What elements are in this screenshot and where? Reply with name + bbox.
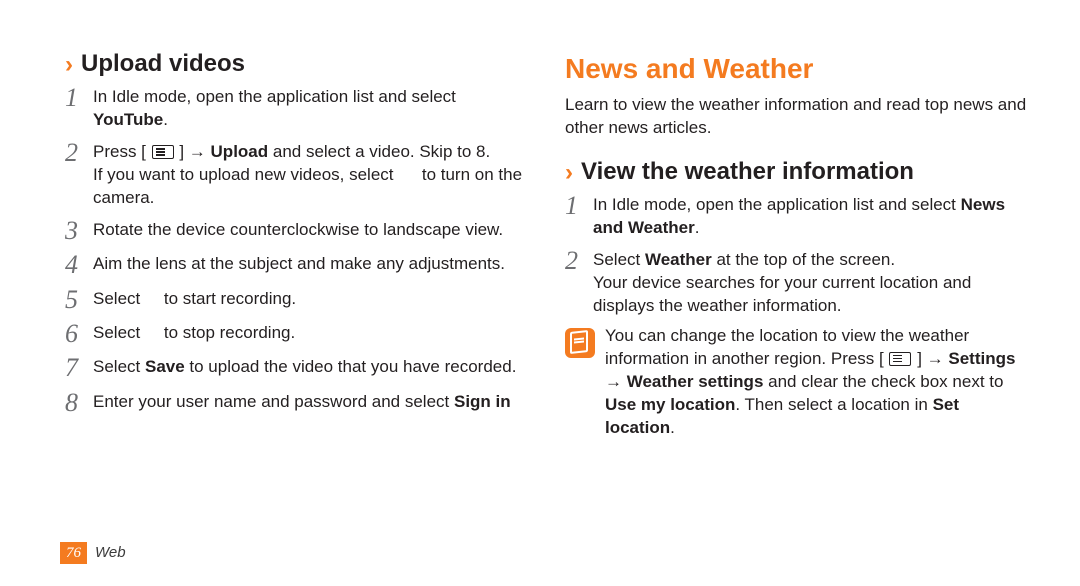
left-column: › Upload videos 1In Idle mode, open the …	[65, 48, 530, 586]
step-item: 7Select Save to upload the video that yo…	[65, 354, 530, 381]
step-text: Aim the lens at the subject and make any…	[93, 251, 530, 276]
step-number: 1	[65, 84, 93, 111]
step-number: 7	[65, 354, 93, 381]
note-block: You can change the location to view the …	[565, 325, 1030, 440]
step-item: 6Select to stop recording.	[65, 320, 530, 347]
right-column: News and Weather Learn to view the weath…	[565, 48, 1030, 586]
page: › Upload videos 1In Idle mode, open the …	[0, 0, 1080, 586]
step-item: 2Press [ ] → Upload and select a video. …	[65, 139, 530, 210]
step-text: Rotate the device counterclockwise to la…	[93, 217, 530, 242]
step-item: 1In Idle mode, open the application list…	[565, 192, 1030, 240]
chevron-icon: ›	[565, 157, 573, 189]
step-item: 4Aim the lens at the subject and make an…	[65, 251, 530, 278]
page-number: 76	[60, 542, 87, 564]
step-text: Enter your user name and password and se…	[93, 389, 530, 414]
subheading-text: Upload videos	[81, 48, 245, 80]
page-footer: 76 Web	[60, 542, 126, 564]
step-text: Press [ ] → Upload and select a video. S…	[93, 139, 530, 210]
step-text: Select to stop recording.	[93, 320, 530, 345]
step-number: 6	[65, 320, 93, 347]
step-number: 2	[65, 139, 93, 166]
step-item: 8Enter your user name and password and s…	[65, 389, 530, 416]
step-number: 3	[65, 217, 93, 244]
section-name: Web	[95, 543, 126, 563]
chevron-icon: ›	[65, 49, 73, 81]
step-item: 5Select to start recording.	[65, 286, 530, 313]
step-item: 1In Idle mode, open the application list…	[65, 84, 530, 132]
step-number: 4	[65, 251, 93, 278]
intro-text: Learn to view the weather information an…	[565, 94, 1030, 140]
menu-icon	[152, 145, 174, 159]
step-number: 8	[65, 389, 93, 416]
menu-icon	[889, 352, 911, 366]
step-text: Select Save to upload the video that you…	[93, 354, 530, 379]
step-text: Select Weather at the top of the screen.…	[593, 247, 1030, 318]
note-text: You can change the location to view the …	[605, 325, 1030, 440]
step-number: 2	[565, 247, 593, 274]
step-item: 3Rotate the device counterclockwise to l…	[65, 217, 530, 244]
steps-list-left: 1In Idle mode, open the application list…	[65, 84, 530, 415]
subheading-view-weather: › View the weather information	[565, 156, 1030, 188]
subheading-upload-videos: › Upload videos	[65, 48, 530, 80]
section-title: News and Weather	[565, 50, 1030, 88]
step-item: 2Select Weather at the top of the screen…	[565, 247, 1030, 318]
step-number: 1	[565, 192, 593, 219]
note-icon	[565, 328, 595, 358]
step-number: 5	[65, 286, 93, 313]
steps-list-right: 1In Idle mode, open the application list…	[565, 192, 1030, 318]
step-text: Select to start recording.	[93, 286, 530, 311]
step-text: In Idle mode, open the application list …	[593, 192, 1030, 240]
subheading-text: View the weather information	[581, 156, 914, 188]
step-text: In Idle mode, open the application list …	[93, 84, 530, 132]
